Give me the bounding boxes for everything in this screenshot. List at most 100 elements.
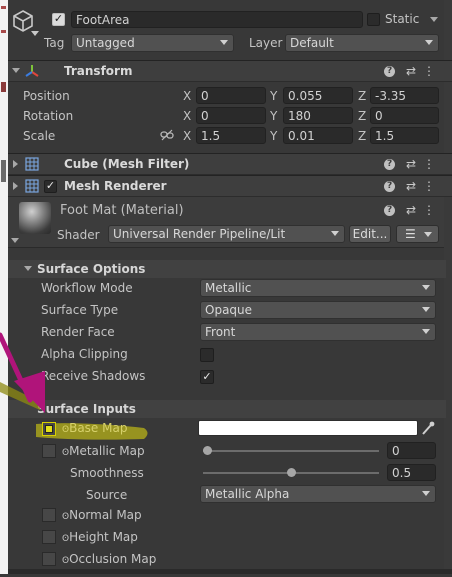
- rotation-x-field[interactable]: 0: [196, 107, 266, 124]
- active-checkbox[interactable]: ✓: [52, 13, 65, 26]
- height-map-texture-slot[interactable]: [42, 530, 56, 544]
- tag-dropdown[interactable]: Untagged: [71, 34, 234, 52]
- texture-eye-icon: [45, 425, 53, 433]
- normal-map-text: Normal Map: [69, 508, 142, 522]
- component-header-icons: ? ⇄⋮: [384, 157, 442, 171]
- left-edge-mark: [1, 82, 6, 92]
- base-map-color-field[interactable]: [198, 420, 418, 436]
- scrollbar[interactable]: [444, 0, 452, 569]
- occlusion-map-texture-slot[interactable]: [42, 552, 56, 566]
- position-z-axis: Z: [358, 89, 367, 103]
- position-y-field[interactable]: 0.055: [283, 87, 353, 104]
- help-icon[interactable]: ?: [384, 66, 396, 77]
- help-icon[interactable]: ?: [384, 205, 396, 216]
- foldout-open-icon[interactable]: [24, 266, 32, 271]
- help-icon[interactable]: ?: [384, 159, 396, 170]
- eyedropper-icon[interactable]: [421, 420, 435, 436]
- layer-value: Default: [290, 36, 334, 50]
- edit-shader-button[interactable]: Edit...: [349, 225, 391, 243]
- scale-z-axis: Z: [358, 129, 367, 143]
- source-dropdown[interactable]: Metallic Alpha: [200, 485, 436, 503]
- position-x-field[interactable]: 0: [196, 87, 266, 104]
- grid-icon: [25, 157, 39, 171]
- mesh-filter-title: Cube (Mesh Filter): [64, 157, 190, 171]
- foldout-closed-icon[interactable]: [13, 160, 18, 168]
- transform-header[interactable]: Transform ? ⇄⋮: [8, 60, 452, 82]
- scale-z-field[interactable]: 1.5: [370, 127, 439, 144]
- shader-dropdown[interactable]: Universal Render Pipeline/Lit: [108, 225, 345, 243]
- foldout-closed-icon[interactable]: [13, 182, 18, 190]
- occlusion-map-text: Occlusion Map: [69, 552, 157, 566]
- kebab-menu-icon[interactable]: ⋮: [423, 179, 442, 193]
- chevron-down-icon: [422, 307, 430, 312]
- workflow-mode-dropdown[interactable]: Metallic: [200, 279, 436, 297]
- chevron-down-icon[interactable]: [31, 31, 39, 36]
- mesh-renderer-header[interactable]: ✓ Mesh Renderer ? ⇄⋮: [8, 175, 452, 197]
- rotation-y-axis: Y: [270, 109, 278, 123]
- material-preview-sphere: [19, 202, 51, 234]
- chevron-down-icon: [424, 232, 432, 237]
- rotation-z-axis: Z: [358, 109, 367, 123]
- preset-icon[interactable]: ⇄: [406, 179, 423, 193]
- rotation-y-field[interactable]: 180: [283, 107, 353, 124]
- surface-inputs-title: Surface Inputs: [37, 402, 136, 416]
- static-label: Static: [385, 12, 420, 26]
- preset-icon[interactable]: ⇄: [406, 203, 423, 217]
- occlusion-map-label: ʘOcclusion Map: [62, 551, 156, 569]
- mesh-filter-header[interactable]: Cube (Mesh Filter) ? ⇄⋮: [8, 153, 452, 175]
- surface-inputs-header[interactable]: Surface Inputs: [8, 400, 446, 418]
- base-map-label: ʘBase Map: [62, 420, 127, 438]
- kebab-menu-icon[interactable]: ⋮: [423, 203, 442, 217]
- alpha-clipping-checkbox[interactable]: [200, 348, 214, 362]
- metallic-slider-track[interactable]: [203, 450, 379, 452]
- foldout-open-icon[interactable]: [11, 238, 19, 243]
- material-header-icons: ? ⇄⋮: [384, 203, 442, 217]
- bottom-edge: [8, 569, 452, 574]
- surface-options-header[interactable]: Surface Options: [8, 260, 446, 278]
- preset-icon[interactable]: ⇄: [406, 64, 423, 78]
- alpha-clipping-label: Alpha Clipping: [41, 347, 128, 361]
- receive-shadows-checkbox[interactable]: ✓: [200, 370, 214, 384]
- receive-shadows-label: Receive Shadows: [41, 369, 146, 383]
- mesh-renderer-enabled-checkbox[interactable]: ✓: [44, 180, 57, 193]
- static-checkbox[interactable]: [367, 13, 380, 26]
- metallic-value-field[interactable]: 0: [387, 442, 436, 459]
- metallic-map-texture-slot[interactable]: [42, 444, 56, 458]
- static-dropdown-icon[interactable]: [430, 17, 438, 22]
- help-icon[interactable]: ?: [384, 181, 396, 192]
- surface-type-dropdown[interactable]: Opaque: [200, 301, 436, 319]
- scale-y-field[interactable]: 0.01: [283, 127, 353, 144]
- metallic-slider-knob[interactable]: [203, 446, 212, 455]
- left-edge-strip: [0, 0, 8, 574]
- shader-options-button[interactable]: ☰: [396, 225, 439, 243]
- shader-label: Shader: [57, 228, 100, 242]
- height-map-label: ʘHeight Map: [62, 529, 138, 547]
- preset-icon[interactable]: ⇄: [406, 157, 423, 171]
- base-map-texture-slot[interactable]: [42, 422, 56, 436]
- position-z-field[interactable]: -3.35: [370, 87, 439, 104]
- position-x-axis: X: [183, 89, 192, 103]
- render-face-value: Front: [205, 325, 236, 339]
- chevron-down-icon: [422, 329, 430, 334]
- kebab-menu-icon[interactable]: ⋮: [423, 64, 442, 78]
- layer-dropdown[interactable]: Default: [285, 34, 439, 52]
- render-face-dropdown[interactable]: Front: [200, 323, 436, 341]
- smoothness-label: Smoothness: [70, 466, 144, 480]
- scale-x-field[interactable]: 1.5: [196, 127, 266, 144]
- kebab-menu-icon[interactable]: ⋮: [423, 157, 442, 171]
- foldout-open-icon[interactable]: [12, 68, 20, 73]
- list-icon: ☰: [405, 227, 416, 241]
- component-header-icons: ? ⇄⋮: [384, 64, 442, 78]
- tag-value: Untagged: [76, 36, 135, 50]
- tag-label: Tag: [44, 36, 65, 50]
- link-broken-icon[interactable]: [160, 129, 174, 141]
- scale-x-axis: X: [183, 129, 192, 143]
- smoothness-slider-knob[interactable]: [286, 468, 296, 477]
- smoothness-value-field[interactable]: 0.5: [387, 464, 436, 481]
- surface-type-label: Surface Type: [41, 303, 119, 317]
- grid-icon: [25, 179, 39, 193]
- rotation-z-field[interactable]: 0: [370, 107, 439, 124]
- gameobject-name-field[interactable]: FootArea: [71, 11, 363, 28]
- render-face-label: Render Face: [41, 325, 115, 339]
- normal-map-texture-slot[interactable]: [42, 508, 56, 522]
